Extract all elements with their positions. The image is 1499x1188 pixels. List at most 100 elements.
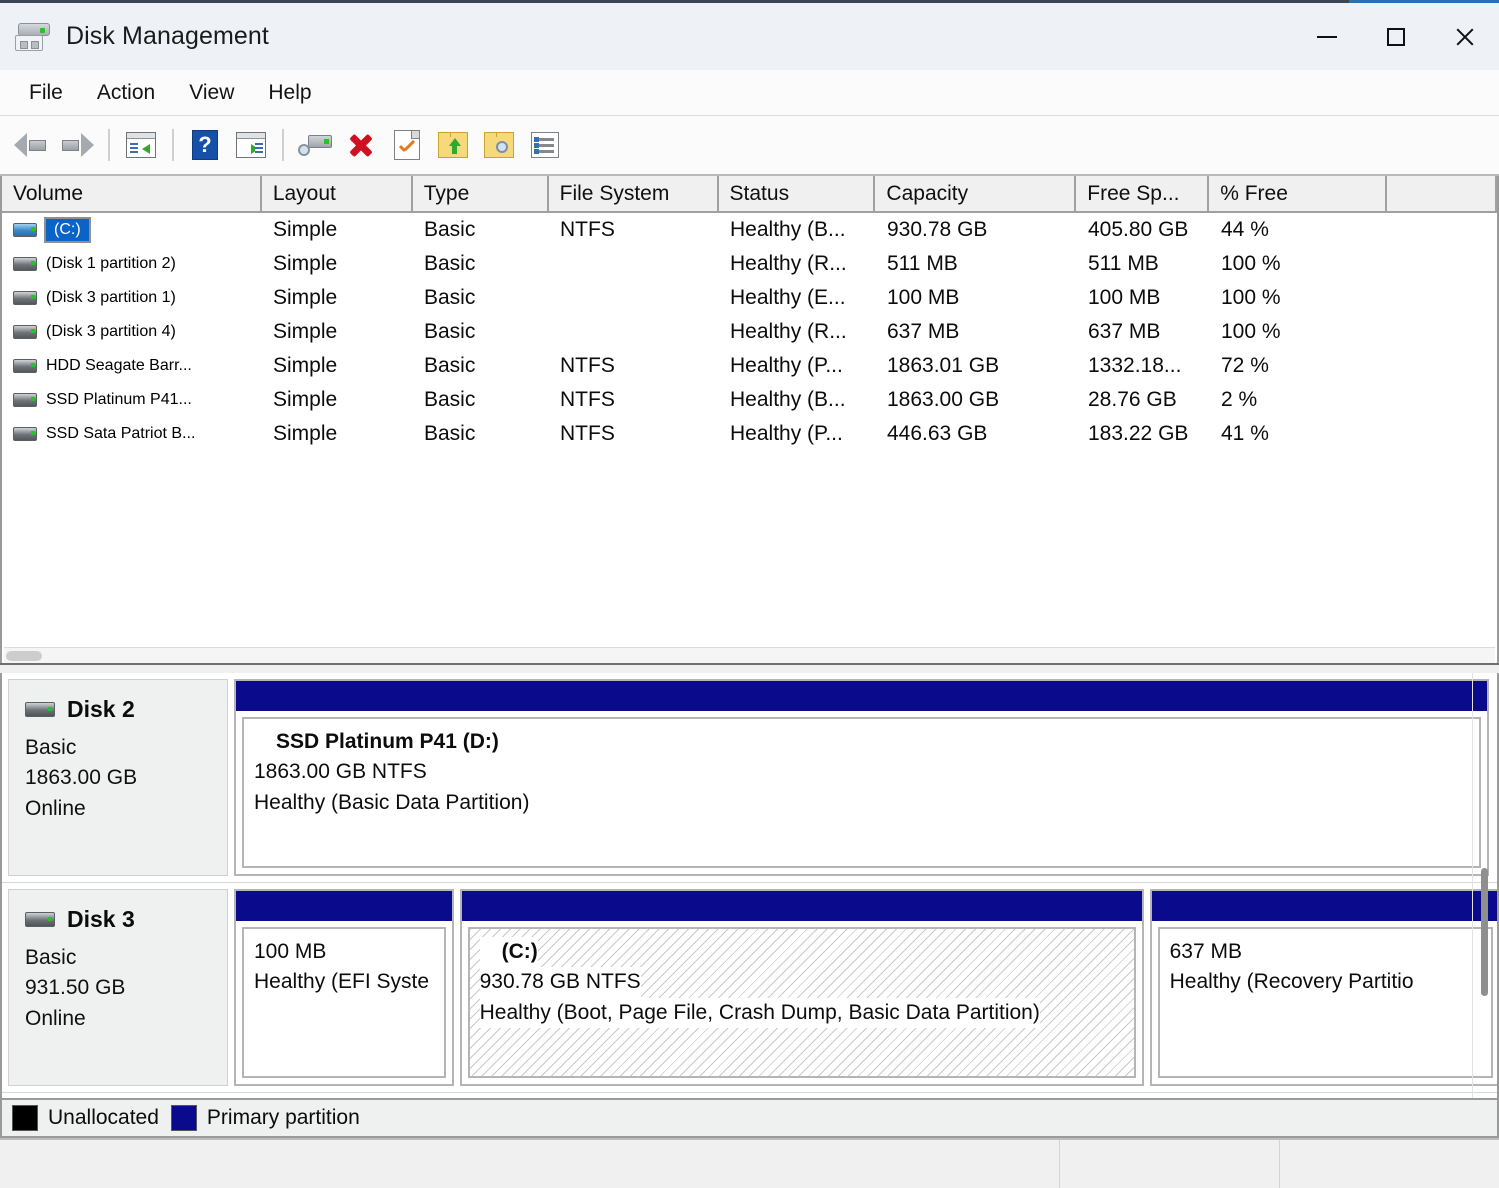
disk-info-panel[interactable]: Disk 3 Basic 931.50 GB Online xyxy=(8,889,228,1086)
rescan-disks-button[interactable] xyxy=(292,122,338,168)
volume-drive-icon xyxy=(13,393,37,407)
scrollbar-thumb[interactable] xyxy=(1481,868,1488,996)
partition-strip: SSD Platinum P41 (D:) 1863.00 GB NTFS Heal… xyxy=(228,673,1497,882)
show-hide-console-tree-icon xyxy=(126,132,156,158)
volume-cell[interactable]: SSD Sata Patriot B... xyxy=(2,425,262,443)
partition-block[interactable]: SSD Platinum P41 (D:) 1863.00 GB NTFS Heal… xyxy=(234,679,1489,876)
show-hide-console-tree-button[interactable] xyxy=(118,122,164,168)
delete-volume-icon xyxy=(347,131,375,159)
toolbar-separator xyxy=(108,129,110,161)
extend-volume-button[interactable] xyxy=(430,122,476,168)
table-row[interactable]: HDD Seagate Barr... Simple Basic NTFS Health… xyxy=(2,349,1497,383)
menu-action[interactable]: Action xyxy=(80,77,172,109)
maximize-button[interactable] xyxy=(1361,2,1430,72)
partition-status: Healthy (Boot, Page File, Crash Dump, Ba… xyxy=(479,997,1040,1029)
volume-cell[interactable]: SSD Platinum P41... xyxy=(2,391,262,409)
partition-size-filesystem: 1863.00 GB NTFS xyxy=(254,757,427,788)
column-header-free-sp[interactable]: Free Sp... xyxy=(1076,176,1210,213)
partition-color-band xyxy=(461,891,1142,921)
cell-capacity: 511 MB xyxy=(887,252,958,275)
disk-name: Disk 2 xyxy=(67,696,135,722)
column-header-status[interactable]: Status xyxy=(718,176,876,213)
disk-state: Online xyxy=(25,796,86,820)
disk-row: Disk 3 Basic 931.50 GB Online 100 MB Healthy … xyxy=(2,883,1497,1093)
column-header-layout[interactable]: Layout xyxy=(261,176,413,213)
table-row[interactable]: (Disk 3 partition 1) Simple Basic Healthy (… xyxy=(2,281,1497,315)
back-button[interactable] xyxy=(8,122,54,168)
minimize-button[interactable] xyxy=(1292,2,1361,72)
delete-volume-button[interactable] xyxy=(338,122,384,168)
cell-type: Basic xyxy=(424,218,476,241)
column-header-blank[interactable] xyxy=(1387,176,1497,213)
show-hide-action-pane-button[interactable] xyxy=(228,122,274,168)
pane-splitter[interactable] xyxy=(0,663,1499,673)
partition-block[interactable]: 637 MB Healthy (Recovery Partitio xyxy=(1149,889,1497,1086)
volume-name: SSD Platinum P41... xyxy=(46,391,192,408)
table-row[interactable]: (C:) Simple Basic NTFS Healthy (B... 930.78 G… xyxy=(2,213,1497,247)
partition-block[interactable]: (C:) 930.78 GB NTFS Healthy (Boot, Page Fi… xyxy=(459,889,1144,1086)
close-icon xyxy=(1454,26,1476,48)
cell-layout: Simple xyxy=(273,422,338,445)
volume-cell[interactable]: (Disk 3 partition 4) xyxy=(2,323,262,341)
vertical-scrollbar[interactable] xyxy=(1473,673,1493,1098)
disk-name: Disk 3 xyxy=(67,906,135,932)
disk-size: 931.50 GB xyxy=(25,976,126,1000)
partition-size-filesystem: 930.78 GB NTFS xyxy=(479,967,641,998)
volume-cell[interactable]: (Disk 3 partition 1) xyxy=(2,289,262,307)
cell-layout: Simple xyxy=(273,320,338,343)
status-cell-main xyxy=(0,1140,1060,1188)
volume-drive-icon xyxy=(13,359,37,373)
menu-view[interactable]: View xyxy=(172,77,251,109)
show-hide-action-pane-icon xyxy=(236,132,266,158)
toolbar: ? xyxy=(0,116,1499,176)
column-header-volume[interactable]: Volume xyxy=(2,176,262,213)
status-cell-secondary xyxy=(1060,1140,1280,1188)
table-row[interactable]: SSD Sata Patriot B... Simple Basic NTFS Heal… xyxy=(2,417,1497,451)
disk-drive-icon xyxy=(25,702,55,717)
column-header-type[interactable]: Type xyxy=(412,176,549,213)
table-row[interactable]: SSD Platinum P41... Simple Basic NTFS Health… xyxy=(2,383,1497,417)
properties-button[interactable] xyxy=(384,122,430,168)
help-button[interactable]: ? xyxy=(182,122,228,168)
column-header-file-system[interactable]: File System xyxy=(548,176,719,213)
cell-layout: Simple xyxy=(273,354,338,377)
volume-cell[interactable]: (Disk 1 partition 2) xyxy=(2,255,262,273)
menu-help[interactable]: Help xyxy=(251,77,328,109)
column-header-free[interactable]: % Free xyxy=(1209,176,1388,213)
scrollbar-thumb[interactable] xyxy=(6,651,42,661)
volume-drive-icon xyxy=(13,325,37,339)
table-row[interactable]: (Disk 1 partition 2) Simple Basic Healthy (… xyxy=(2,247,1497,281)
cell-capacity: 930.78 GB xyxy=(887,218,988,241)
horizontal-scrollbar[interactable] xyxy=(4,647,1495,663)
explore-volume-button[interactable] xyxy=(476,122,522,168)
list-view-button[interactable] xyxy=(522,122,568,168)
primary-partition-swatch-icon xyxy=(170,1105,197,1131)
partition-details[interactable]: (C:) 930.78 GB NTFS Healthy (Boot, Page Fi… xyxy=(467,927,1136,1078)
disk-title: Disk 2 xyxy=(25,696,227,723)
partition-block[interactable]: 100 MB Healthy (EFI Syste xyxy=(234,889,454,1086)
disk-info-panel[interactable]: Disk 2 Basic 1863.00 GB Online xyxy=(8,679,228,876)
menu-file[interactable]: File xyxy=(12,77,80,109)
forward-arrow-icon xyxy=(60,132,94,158)
partition-details[interactable]: 100 MB Healthy (EFI Syste xyxy=(242,927,446,1078)
close-button[interactable] xyxy=(1430,2,1499,72)
volume-drive-icon xyxy=(13,427,37,441)
disk-size: 1863.00 GB xyxy=(25,766,138,790)
volume-cell[interactable]: (C:) xyxy=(2,217,262,243)
partition-details[interactable]: SSD Platinum P41 (D:) 1863.00 GB NTFS Heal… xyxy=(242,717,1481,868)
partition-status: Healthy (EFI Syste xyxy=(254,967,430,998)
partition-details[interactable]: 637 MB Healthy (Recovery Partitio xyxy=(1157,927,1493,1078)
window-controls xyxy=(1292,2,1499,72)
volume-name: (C:) xyxy=(44,217,91,243)
table-row[interactable]: (Disk 3 partition 4) Simple Basic Healthy (… xyxy=(2,315,1497,349)
cell-percent-free: 100 % xyxy=(1221,252,1281,275)
partition-status: Healthy (Basic Data Partition) xyxy=(254,787,530,819)
partition-title: (C:) xyxy=(479,937,538,968)
forward-button[interactable] xyxy=(54,122,100,168)
disk-list: Disk 2 Basic 1863.00 GB Online SSD Platinum … xyxy=(2,673,1497,1098)
properties-icon xyxy=(394,130,420,160)
volume-cell[interactable]: HDD Seagate Barr... xyxy=(2,357,262,375)
partition-color-band xyxy=(236,891,452,921)
column-header-capacity[interactable]: Capacity xyxy=(875,176,1077,213)
disk-metadata: Basic 1863.00 GB Online xyxy=(25,733,227,824)
